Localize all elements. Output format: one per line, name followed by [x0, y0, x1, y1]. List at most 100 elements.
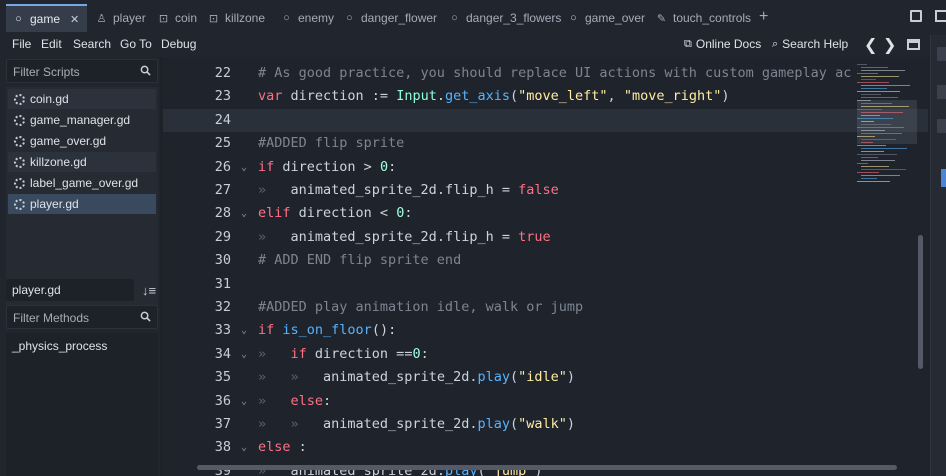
search-help-button[interactable]: ⌕ Search Help [772, 37, 848, 51]
tab-danger-flower[interactable]: ○ danger_flower [343, 6, 437, 30]
code-line[interactable]: 25 #ADDED flip sprite [163, 132, 928, 155]
code-line[interactable]: 37 » » animated_sprite_2d.play("walk") [163, 413, 928, 436]
menu-search[interactable]: Search [73, 37, 111, 51]
minimap-line [857, 163, 868, 164]
code-line[interactable]: 33 ⌄ if is_on_floor(): [163, 319, 928, 342]
indent-marker: » [258, 228, 291, 245]
add-tab-button[interactable]: + [759, 8, 768, 26]
online-docs-button[interactable]: ⧉ Online Docs [684, 37, 761, 51]
tab-touch-controls[interactable]: ✎ touch_controls [655, 6, 751, 30]
code-token: # ADD END flip sprite end [258, 252, 462, 269]
code-token: , [607, 88, 624, 105]
script-item-coin[interactable]: coin.gd [8, 89, 156, 109]
code-line[interactable]: 30 # ADD END flip sprite end [163, 249, 928, 272]
tab-danger-3-flowers[interactable]: ○ danger_3_flowers [448, 6, 561, 30]
tab-label: touch_controls [673, 11, 752, 25]
dock-tab[interactable] [937, 119, 946, 133]
code-token: else [258, 439, 291, 456]
minimap-line [861, 67, 888, 68]
fold-chevron-icon[interactable]: ⌄ [241, 319, 247, 342]
script-item-player[interactable]: player.gd [8, 194, 156, 214]
close-icon[interactable]: ✕ [70, 13, 79, 26]
code-line[interactable]: 22 # As good practice, you should replace… [163, 62, 928, 85]
script-item-game-manager[interactable]: game_manager.gd [8, 110, 156, 130]
code-line[interactable]: 32 #ADDED play animation idle, walk or ju… [163, 296, 928, 319]
code-text: # As good practice, you should replace U… [258, 62, 851, 85]
script-label: game_over.gd [30, 134, 107, 148]
code-line[interactable]: 34 ⌄ » if direction ==0: [163, 343, 928, 366]
sort-icon[interactable]: ↓≡ [142, 283, 156, 298]
script-item-label-game-over[interactable]: label_game_over.gd [8, 173, 156, 193]
tab-player[interactable]: ♙ player [95, 6, 146, 30]
line-number: 28 [214, 205, 231, 222]
menu-goto[interactable]: Go To [120, 37, 152, 51]
tab-label: coin [175, 11, 198, 25]
horizontal-scrollbar[interactable] [197, 465, 897, 470]
fold-chevron-icon[interactable]: ⌄ [241, 343, 247, 366]
menu-edit[interactable]: Edit [41, 37, 62, 51]
code-line[interactable]: 38 ⌄ else : [163, 436, 928, 459]
line-number: 25 [214, 135, 231, 152]
tab-label: player [113, 11, 146, 25]
code-token: get_axis [444, 88, 510, 105]
indent-marker: » [258, 416, 291, 432]
minimap-line [861, 76, 899, 77]
help-search-icon: ⌕ [772, 37, 779, 50]
script-item-killzone[interactable]: killzone.gd [8, 152, 156, 172]
forward-button[interactable]: ❯ [883, 35, 896, 55]
back-button[interactable]: ❮ [864, 35, 877, 55]
code-token: ) [721, 88, 730, 105]
code-line[interactable]: 29 » animated_sprite_2d.flip_h = true [163, 226, 928, 249]
fold-chevron-icon[interactable]: ⌄ [241, 156, 247, 179]
dock-tab-active[interactable] [941, 169, 946, 187]
fold-chevron-icon[interactable]: ⌄ [241, 202, 247, 225]
minimap[interactable] [857, 62, 917, 182]
line-number: 24 [214, 111, 231, 128]
script-label: killzone.gd [30, 155, 87, 169]
code-line[interactable]: 26 ⌄ if direction > 0: [163, 156, 928, 179]
control-icon: ✎ [656, 12, 667, 25]
code-line[interactable]: 31 [163, 273, 928, 296]
dock-tab[interactable] [937, 85, 946, 99]
method-item[interactable]: _physics_process [12, 339, 107, 353]
minimap-line [857, 118, 893, 119]
code-editor[interactable]: 22 # As good practice, you should replace… [163, 57, 930, 476]
gear-icon [14, 198, 25, 210]
tab-killzone[interactable]: ⊡ killzone [207, 6, 265, 30]
circle-icon: ○ [451, 12, 458, 24]
minimap-line [861, 139, 896, 140]
layout-icon[interactable] [907, 39, 920, 50]
minimap-line [857, 145, 886, 146]
filter-scripts-input[interactable]: Filter Scripts [6, 59, 158, 83]
tab-coin[interactable]: ⊡ coin [157, 6, 197, 30]
tab-game-over[interactable]: ○ game_over [567, 6, 645, 30]
distraction-free-icon[interactable] [910, 10, 922, 22]
vertical-scrollbar[interactable] [918, 235, 923, 369]
code-area[interactable]: 22 # As good practice, you should replace… [163, 62, 928, 476]
tab-label: killzone [225, 11, 266, 25]
menu-file[interactable]: File [12, 37, 31, 51]
code-line[interactable]: 28 ⌄ elif direction < 0: [163, 202, 928, 225]
line-number: 23 [214, 88, 231, 105]
code-line[interactable]: 36 ⌄ » else: [163, 390, 928, 413]
fold-chevron-icon[interactable]: ⌄ [241, 436, 247, 459]
code-token: if [258, 322, 275, 339]
code-text: » » animated_sprite_2d.play("idle") [258, 366, 575, 389]
menu-debug[interactable]: Debug [161, 37, 196, 51]
code-line[interactable]: 27 » animated_sprite_2d.flip_h = false [163, 179, 928, 202]
minimap-line [861, 115, 880, 116]
tab-enemy[interactable]: ○ enemy [280, 6, 334, 30]
code-line[interactable]: 24 [163, 108, 928, 133]
code-text: #ADDED flip sprite [258, 132, 404, 155]
filter-methods-input[interactable]: Filter Methods [6, 305, 158, 329]
code-line[interactable]: 35 » » animated_sprite_2d.play("idle") [163, 366, 928, 389]
code-token: if [258, 158, 275, 175]
tab-game[interactable]: ○ game ✕ [6, 4, 88, 32]
panel-icon[interactable] [935, 10, 946, 22]
fold-chevron-icon[interactable]: ⌄ [241, 390, 247, 413]
line-number: 34 [214, 345, 231, 362]
code-line[interactable]: 23 var direction := Input.get_axis("move_… [163, 85, 928, 108]
dock-tab[interactable] [937, 47, 946, 61]
script-item-game-over[interactable]: game_over.gd [8, 131, 156, 151]
code-token: "idle" [518, 369, 567, 386]
